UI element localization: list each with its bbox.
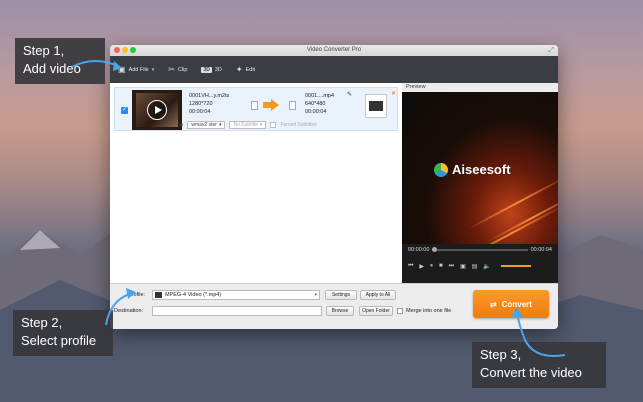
audio-track-value: wmav2 ster <box>191 122 217 128</box>
three-d-label: 3D <box>214 66 222 73</box>
source-filename: 0001VH...y.m2ts <box>189 93 230 99</box>
source-file-icon <box>251 101 258 110</box>
track-controls: ◉ wmav2 ster ▾ No Subtitle ▾ Forced Subt… <box>179 121 317 129</box>
forced-subtitles-label: Forced Subtitles <box>280 122 317 128</box>
volume-slider[interactable] <box>500 265 531 267</box>
source-info: 0001VH...y.m2ts 1280*720 00:00:04 <box>189 92 229 116</box>
play-icon[interactable] <box>147 100 167 120</box>
edit-button[interactable]: ✦ Edit <box>236 65 255 74</box>
profile-select[interactable]: MPEG-4 Video (*.mp4) ▾ <box>152 290 320 300</box>
browse-button[interactable]: Browse <box>326 306 354 316</box>
maximize-window-button[interactable] <box>130 47 136 53</box>
chevron-down-icon: ▾ <box>218 122 222 128</box>
file-row[interactable]: ✓ 0001VH...y.m2ts 1280*720 00:00:04 0001… <box>114 87 398 131</box>
source-duration: 00:00:04 <box>189 109 211 115</box>
subtitle-select[interactable]: No Subtitle ▾ <box>229 121 267 129</box>
chevron-down-icon: ▾ <box>314 292 317 298</box>
previous-icon[interactable]: ⏮ <box>408 263 413 270</box>
add-file-label: Add File <box>128 66 149 73</box>
open-folder-button[interactable]: Open Folder <box>359 306 393 316</box>
output-info: 0001....mp4 640*480 00:00:04 <box>305 92 334 116</box>
preview-panel: Preview Aiseesoft 00:00:00 00:00:04 ⏮ ▶ … <box>402 83 558 283</box>
folder-icon[interactable]: ▤ <box>472 263 478 270</box>
playback-controls: ⏮ ▶ ⏸ ■ ⏭ ▣ ▤ 🔈 <box>402 259 558 273</box>
convert-arrow-icon <box>263 99 279 111</box>
chevron-down-icon[interactable]: ▾ <box>152 67 155 73</box>
stop-icon[interactable]: ■ <box>439 263 443 269</box>
toolbar: ▣ Add File ▾ ✂ Clip 3D 3D ✦ Edit <box>110 56 558 83</box>
output-resolution: 640*480 <box>305 101 326 107</box>
video-format-icon <box>155 292 162 298</box>
file-list: ✓ 0001VH...y.m2ts 1280*720 00:00:04 0001… <box>110 83 402 283</box>
source-resolution: 1280*720 <box>189 101 213 107</box>
scissors-icon: ✂ <box>168 65 175 74</box>
next-icon[interactable]: ⏭ <box>449 263 454 270</box>
merge-label: Merge into one file <box>406 308 452 314</box>
window-controls <box>114 47 136 53</box>
play-icon[interactable]: ▶ <box>419 263 424 270</box>
preview-video: Aiseesoft <box>402 92 558 244</box>
step1-arrow-icon <box>71 60 122 71</box>
pencil-icon[interactable]: ✎ <box>347 91 352 98</box>
brand-name: Aiseesoft <box>452 162 511 177</box>
subtitle-value: No Subtitle <box>233 122 258 128</box>
destination-input[interactable] <box>152 306 322 316</box>
close-window-button[interactable] <box>114 47 120 53</box>
file-checkbox[interactable]: ✓ <box>121 107 128 114</box>
app-window: Video Converter Pro ⤢ ▣ Add File ▾ ✂ Cli… <box>110 45 558 329</box>
forced-subtitles-checkbox[interactable] <box>270 122 277 128</box>
audio-track-select[interactable]: wmav2 ster ▾ <box>187 121 226 129</box>
time-row: 00:00:00 00:00:04 <box>402 244 558 256</box>
step3-arrow-icon <box>511 307 566 357</box>
total-time: 00:00:04 <box>530 247 552 253</box>
aiseesoft-logo-icon <box>434 162 448 177</box>
remove-file-icon[interactable]: ✕ <box>391 90 396 97</box>
three-d-button[interactable]: 3D 3D <box>201 66 222 73</box>
volume-icon: 🔈 <box>483 263 491 270</box>
bottom-bar: Profile: MPEG-4 Video (*.mp4) ▾ Settings… <box>110 283 558 329</box>
profile-value: MPEG-4 Video (*.mp4) <box>165 292 222 298</box>
three-d-icon: 3D <box>201 66 212 73</box>
output-file-icon <box>289 101 296 110</box>
step2-arrow-icon <box>105 288 136 326</box>
preview-label: Preview <box>402 83 558 92</box>
clip-label: Clip <box>177 66 188 73</box>
window-title: Video Converter Pro <box>306 47 362 53</box>
settings-button[interactable]: Settings <box>325 290 357 300</box>
brand-logo: Aiseesoft <box>434 162 511 177</box>
seek-slider[interactable] <box>432 247 528 252</box>
fullscreen-icon[interactable]: ⤢ <box>548 45 554 56</box>
audio-icon: ◉ <box>179 122 184 128</box>
step2-callout: Step 2, Select profile <box>13 310 113 356</box>
step2-title: Step 2, <box>21 315 63 330</box>
title-bar: Video Converter Pro ⤢ <box>110 45 558 56</box>
convert-icon: ⇄ <box>490 299 497 309</box>
current-time: 00:00:00 <box>408 247 430 253</box>
snapshot-icon[interactable]: ▣ <box>460 263 466 270</box>
output-filename: 0001....mp4 <box>305 93 335 99</box>
step3-text: Convert the video <box>480 365 582 380</box>
merge-checkbox[interactable] <box>397 308 403 314</box>
minimize-window-button[interactable] <box>122 47 128 53</box>
magic-wand-icon: ✦ <box>235 65 243 74</box>
pause-icon[interactable]: ⏸ <box>430 263 433 270</box>
apply-to-all-button[interactable]: Apply to All <box>360 290 396 300</box>
video-thumbnail[interactable] <box>132 90 182 130</box>
edit-label: Edit <box>245 66 256 73</box>
step2-text: Select profile <box>21 333 97 348</box>
chevron-down-icon: ▾ <box>259 122 263 128</box>
output-format-icon[interactable] <box>365 94 387 118</box>
output-duration: 00:00:04 <box>305 109 327 115</box>
clip-button[interactable]: ✂ Clip <box>168 65 187 74</box>
